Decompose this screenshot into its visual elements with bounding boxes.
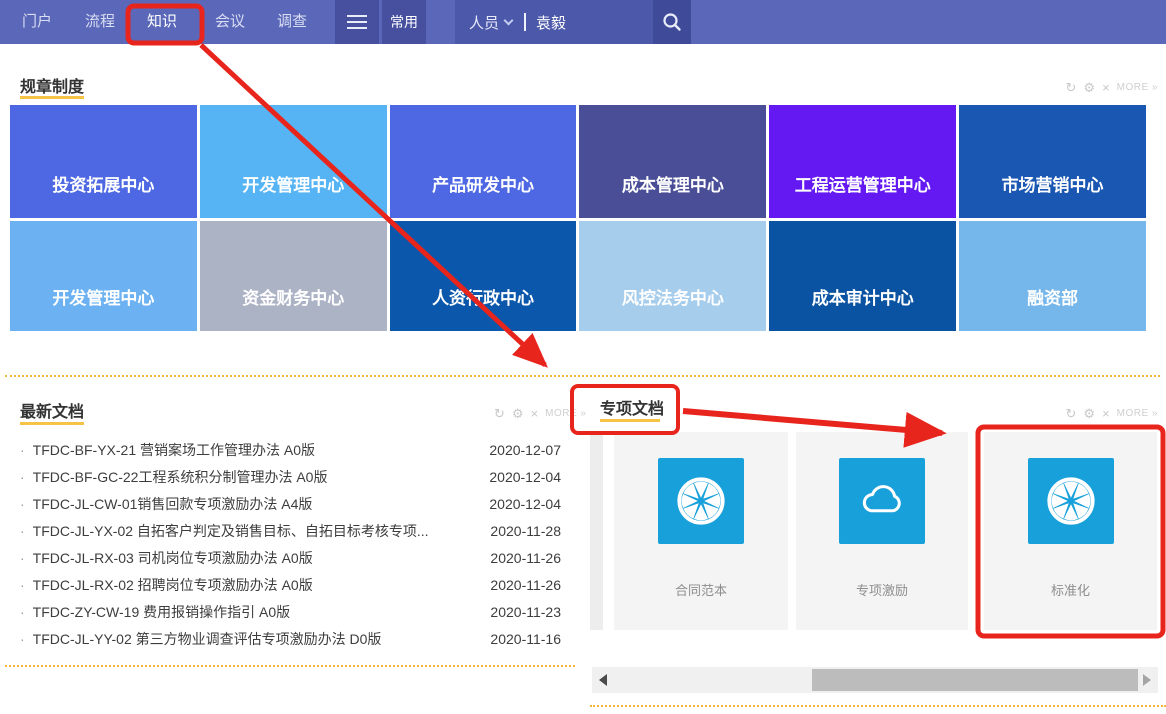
frequent-button[interactable]: 常用 [382, 0, 426, 44]
document-row[interactable]: · TFDC-JL-CW-01销售回款专项激励办法 A4版 2020-12-04 [20, 490, 561, 517]
latest-docs-bottom-border [5, 665, 575, 667]
citrus-slice-icon [675, 475, 727, 527]
tile-cost-audit-center[interactable]: 成本审计中心 [769, 221, 956, 331]
document-date: 2020-11-28 [478, 523, 561, 539]
scroll-left-arrow-icon[interactable] [599, 674, 607, 686]
tile-engineering-operations-center[interactable]: 工程运营管理中心 [769, 105, 956, 218]
special-docs-panel-controls: ↻ ⚙ × MORE » [1066, 407, 1159, 420]
gear-icon[interactable]: ⚙ [1083, 81, 1095, 94]
search-category-dropdown[interactable]: 人员 [469, 12, 512, 33]
nav-item-meeting[interactable]: 会议 [215, 0, 245, 44]
tile-development-management-center[interactable]: 开发管理中心 [200, 105, 387, 218]
latest-docs-title: 最新文档 [20, 398, 84, 422]
refresh-icon[interactable]: ↻ [1066, 407, 1077, 420]
search-button[interactable] [653, 0, 691, 44]
department-tile-grid: 投资拓展中心 开发管理中心 产品研发中心 成本管理中心 工程运营管理中心 市场营… [10, 105, 1146, 331]
refresh-icon[interactable]: ↻ [494, 407, 505, 420]
card-contract-template[interactable]: 合同范本 [614, 432, 788, 630]
special-docs-title: 专项文档 [600, 395, 664, 419]
card-label: 合同范本 [614, 580, 788, 599]
card-label: 标准化 [984, 580, 1157, 599]
search-divider [524, 13, 526, 31]
document-title: TFDC-BF-YX-21 营销案场工作管理办法 A0版 [33, 440, 315, 460]
tile-investment-development-center[interactable]: 投资拓展中心 [10, 105, 197, 218]
document-row[interactable]: · TFDC-BF-GC-22工程系统积分制管理办法 A0版 2020-12-0… [20, 463, 561, 490]
cloud-icon [856, 475, 908, 527]
document-row[interactable]: · TFDC-BF-YX-21 营销案场工作管理办法 A0版 2020-12-0… [20, 436, 561, 463]
document-date: 2020-11-26 [478, 577, 561, 593]
document-title: TFDC-JL-YX-02 自拓客户判定及销售目标、自拓目标考核专项... [33, 521, 429, 541]
chevron-down-icon [504, 15, 514, 25]
tile-product-rd-center[interactable]: 产品研发中心 [390, 105, 577, 218]
close-icon[interactable]: × [1102, 81, 1110, 94]
nav-item-survey[interactable]: 调查 [277, 0, 307, 44]
nav-item-knowledge[interactable]: 知识 [147, 0, 177, 44]
knowledge-portal-page: 门户 流程 知识 会议 调查 常用 人员 袁毅 规章制度 ↻ [0, 0, 1166, 714]
card-standardization[interactable]: 标准化 [984, 432, 1157, 630]
document-row[interactable]: · TFDC-JL-RX-03 司机岗位专项激励办法 A0版 2020-11-2… [20, 544, 561, 571]
tile-marketing-center[interactable]: 市场营销中心 [959, 105, 1146, 218]
document-title: TFDC-BF-GC-22工程系统积分制管理办法 A0版 [33, 467, 328, 487]
document-row[interactable]: · TFDC-JL-YX-02 自拓客户判定及销售目标、自拓目标考核专项... … [20, 517, 561, 544]
more-link[interactable]: MORE » [545, 408, 586, 419]
list-bullet: · [20, 442, 25, 458]
tile-risk-legal-center[interactable]: 风控法务中心 [579, 221, 766, 331]
rules-panel-controls: ↻ ⚙ × MORE » [1066, 81, 1159, 94]
refresh-icon[interactable]: ↻ [1066, 81, 1077, 94]
gear-icon[interactable]: ⚙ [1083, 407, 1095, 420]
title-underline [20, 96, 84, 99]
nav-item-portal[interactable]: 门户 [22, 0, 52, 44]
document-date: 2020-12-07 [477, 442, 561, 458]
card-label: 专项激励 [796, 580, 968, 599]
scroll-thumb[interactable] [812, 669, 1138, 691]
citrus-slice-icon [1045, 475, 1097, 527]
title-underline [20, 422, 84, 425]
section-separator [5, 375, 1160, 377]
partial-card [590, 432, 603, 630]
document-title: TFDC-ZY-CW-19 费用报销操作指引 A0版 [33, 602, 290, 622]
document-title: TFDC-JL-CW-01销售回款专项激励办法 A4版 [33, 494, 313, 514]
document-row[interactable]: · TFDC-ZY-CW-19 费用报销操作指引 A0版 2020-11-23 [20, 598, 561, 625]
scroll-right-arrow-icon[interactable] [1143, 674, 1151, 686]
title-underline [600, 419, 660, 422]
document-date: 2020-12-04 [477, 469, 561, 485]
special-docs-bottom-border [590, 705, 1166, 707]
search-icon [661, 11, 683, 33]
document-date: 2020-11-26 [478, 550, 561, 566]
annotation-arrow-2 [683, 411, 942, 433]
document-date: 2020-12-04 [477, 496, 561, 512]
tile-funds-finance-center[interactable]: 资金财务中心 [200, 221, 387, 331]
document-row[interactable]: · TFDC-JL-YY-02 第三方物业调查评估专项激励办法 D0版 2020… [20, 625, 561, 652]
top-nav: 门户 流程 知识 会议 调查 常用 人员 袁毅 [0, 0, 1166, 44]
hamburger-icon [347, 15, 367, 17]
search-input[interactable]: 袁毅 [536, 12, 566, 33]
tile-hr-admin-center[interactable]: 人资行政中心 [390, 221, 577, 331]
latest-docs-list: · TFDC-BF-YX-21 营销案场工作管理办法 A0版 2020-12-0… [20, 436, 561, 652]
horizontal-scrollbar[interactable] [592, 667, 1158, 693]
document-row[interactable]: · TFDC-JL-RX-02 招聘岗位专项激励办法 A0版 2020-11-2… [20, 571, 561, 598]
latest-docs-panel-controls: ↻ ⚙ × MORE » [494, 407, 587, 420]
search-bar: 人员 袁毅 [455, 0, 691, 44]
document-title: TFDC-JL-RX-03 司机岗位专项激励办法 A0版 [33, 548, 313, 568]
document-title: TFDC-JL-RX-02 招聘岗位专项激励办法 A0版 [33, 575, 313, 595]
document-title: TFDC-JL-YY-02 第三方物业调查评估专项激励办法 D0版 [33, 629, 382, 649]
close-icon[interactable]: × [531, 407, 539, 420]
rules-section-title: 规章制度 [20, 73, 84, 97]
close-icon[interactable]: × [1102, 407, 1110, 420]
more-link[interactable]: MORE » [1117, 82, 1158, 93]
card-special-incentive[interactable]: 专项激励 [796, 432, 968, 630]
gear-icon[interactable]: ⚙ [512, 407, 524, 420]
tile-cost-management-center[interactable]: 成本管理中心 [579, 105, 766, 218]
menu-button[interactable] [335, 0, 379, 44]
document-date: 2020-11-16 [478, 631, 561, 647]
tile-development-management-center-2[interactable]: 开发管理中心 [10, 221, 197, 331]
search-category-label: 人员 [469, 12, 499, 33]
document-date: 2020-11-23 [478, 604, 561, 620]
nav-item-process[interactable]: 流程 [85, 0, 115, 44]
more-link[interactable]: MORE » [1117, 408, 1158, 419]
tile-financing-dept[interactable]: 融资部 [959, 221, 1146, 331]
